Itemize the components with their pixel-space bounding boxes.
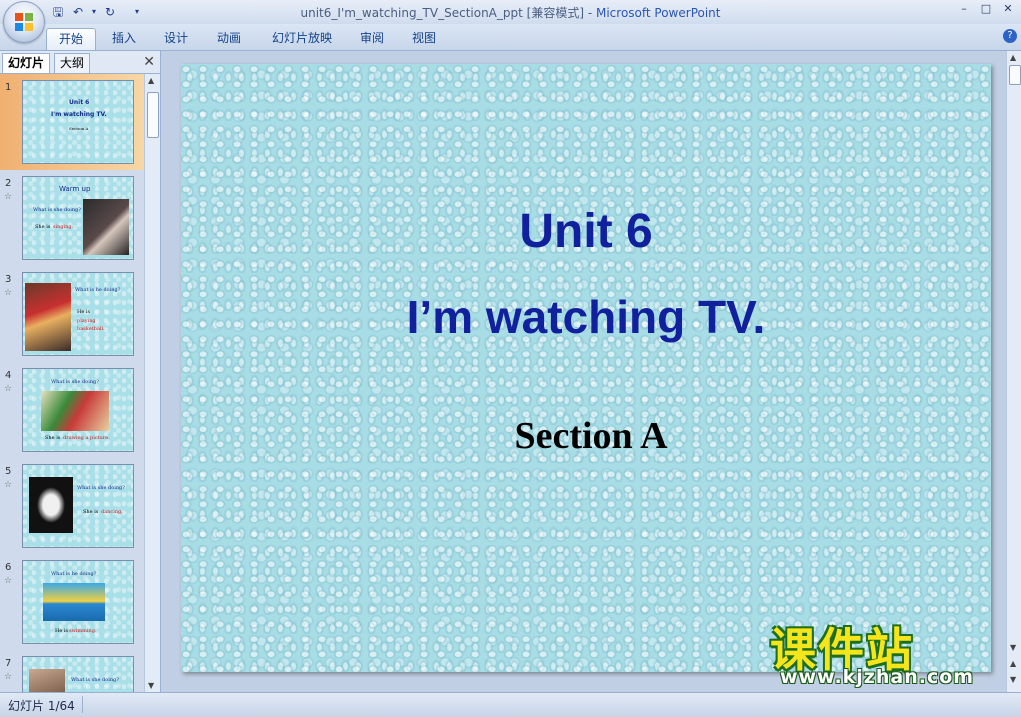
scroll-down-icon[interactable]: ▼ [148,681,154,690]
watermark-url: www.kjzhan.com [780,666,975,688]
ballet-photo [29,477,73,533]
animation-star-icon: ☆ [4,576,13,586]
next-slide-icon[interactable]: ▼ [1010,675,1016,684]
scroll-up-icon[interactable]: ▲ [1010,53,1016,62]
tab-design[interactable]: 设计 [156,28,196,49]
thumbnail-image: Unit 6 I'm watching TV. Section A [22,80,134,164]
slide-title[interactable]: Unit 6 [181,204,991,259]
title-bar: 🖫 ↶ ▾ ↻ ▾ unit6_I'm_watching_TV_SectionA… [0,0,1021,24]
tab-view[interactable]: 视图 [404,28,444,49]
minimize-icon[interactable]: – [957,2,971,16]
animation-star-icon: ☆ [4,288,13,298]
singer-photo [83,199,129,255]
tab-home[interactable]: 开始 [46,28,96,50]
slide-number: 1 [5,82,12,93]
slide-thumbnail-list: 1 Unit 6 I'm watching TV. Section A 2 ☆ … [0,74,144,692]
office-logo-icon [15,13,33,31]
thumb-text: singing. [53,224,74,230]
thumbnail-image: What is he doing? He is swimming. [22,560,134,644]
tab-animations[interactable]: 动画 [209,28,249,49]
thumb-text: swimming. [69,628,97,634]
drawing-photo [41,391,109,431]
thumbnail-image: What is she doing? She is dancing. [22,464,134,548]
panel-tabs: 幻灯片 大纲 ✕ [0,51,160,74]
maximize-icon[interactable]: □ [979,2,993,16]
slide-number: 3 [5,274,12,285]
thumbnail-image: What is she doing? [22,656,134,692]
thumbnail-image: What is he doing? He is playing basketba… [22,272,134,356]
document-title: unit6_I'm_watching_TV_SectionA_ppt [兼容模式… [300,6,585,20]
tab-insert[interactable]: 插入 [104,28,144,49]
help-icon[interactable]: ? [1003,29,1017,43]
thumb-text: What is he doing? [51,571,97,577]
tab-slideshow[interactable]: 幻灯片放映 [262,28,342,49]
scroll-up-icon[interactable]: ▲ [148,76,154,85]
swimming-photo [43,583,105,621]
application-name: Microsoft PowerPoint [595,6,721,20]
slide-thumbnail-5[interactable]: 5 ☆ What is she doing? She is dancing. [0,458,144,554]
thumb-text: She is [45,435,61,441]
slide-thumbnail-1[interactable]: 1 Unit 6 I'm watching TV. Section A [0,74,144,170]
slide-scrollbar[interactable]: ▲ ▼ ▲ ▼ [1006,51,1021,692]
slide-thumbnail-6[interactable]: 6 ☆ What is he doing? He is swimming. [0,554,144,650]
thumb-text: He is [55,628,69,634]
slide-thumbnail-3[interactable]: 3 ☆ What is he doing? He is playing bask… [0,266,144,362]
animation-star-icon: ☆ [4,672,13,682]
scroll-down-icon[interactable]: ▼ [1010,643,1016,652]
previous-slide-icon[interactable]: ▲ [1010,659,1016,668]
window-title: unit6_I'm_watching_TV_SectionA_ppt [兼容模式… [0,4,1021,21]
slide-thumbnail-2[interactable]: 2 ☆ Warm up What is she doing? She is si… [0,170,144,266]
slide-number: 2 [5,178,12,189]
slide-subtitle[interactable]: I’m watching TV. [181,290,991,344]
tab-slides[interactable]: 幻灯片 [2,53,51,73]
girl-photo [29,669,65,692]
watermark-logo: 课件站 www.kjzhan.com [770,614,1010,694]
thumb-text: Section A [69,126,89,131]
scroll-thumb[interactable] [1009,65,1021,85]
thumbnail-image: Warm up What is she doing? She is singin… [22,176,134,260]
thumb-text: drawing a picture. [63,435,110,441]
ribbon-tabs: 开始 插入 设计 动画 幻灯片放映 审阅 视图 ? [0,24,1021,51]
slide-thumbnail-7[interactable]: 7 ☆ What is she doing? [0,650,144,692]
basketball-photo [25,283,71,351]
panel-scrollbar[interactable]: ▲ ▼ [144,74,160,692]
slide-number: 5 [5,466,12,477]
thumb-text: I'm watching TV. [51,111,107,118]
thumb-text: What is she doing? [33,207,81,213]
thumb-text: What is he doing? [75,287,121,293]
close-panel-icon[interactable]: ✕ [143,54,155,70]
slide-editing-area: Unit 6 I’m watching TV. Section A [161,51,1006,692]
scroll-thumb[interactable] [147,92,159,138]
office-button[interactable] [3,1,45,43]
thumb-text: dancing. [101,509,123,515]
slide-number: 6 [5,562,12,573]
status-divider [82,696,83,713]
thumb-text: He is [77,309,91,315]
window-controls: – □ ✕ [957,2,1015,16]
thumbnail-image: What is she doing? She is drawing a pict… [22,368,134,452]
title-separator: - [584,6,596,20]
thumb-text: playing basketball. [77,318,105,332]
slides-panel: 幻灯片 大纲 ✕ 1 Unit 6 I'm watching TV. Secti… [0,51,161,692]
slide-thumbnail-4[interactable]: 4 ☆ What is she doing? She is drawing a … [0,362,144,458]
slide-number: 4 [5,370,12,381]
thumb-text: What is she doing? [71,677,119,683]
thumb-text: She is [35,224,51,230]
animation-star-icon: ☆ [4,192,13,202]
status-bar: 幻灯片 1/64 [0,692,1021,717]
animation-star-icon: ☆ [4,384,13,394]
tab-review[interactable]: 审阅 [352,28,392,49]
thumb-text: What is she doing? [77,485,125,491]
slide-section-text[interactable]: Section A [181,414,1001,458]
thumb-text: She is [83,509,99,515]
slide-counter: 幻灯片 1/64 [8,699,75,713]
thumb-text: What is she doing? [51,379,99,385]
tab-outline[interactable]: 大纲 [54,53,91,73]
slide-number: 7 [5,658,12,669]
thumb-text: Unit 6 [69,99,90,106]
thumb-text: Warm up [59,185,91,193]
close-icon[interactable]: ✕ [1001,2,1015,16]
animation-star-icon: ☆ [4,480,13,490]
current-slide[interactable]: Unit 6 I’m watching TV. Section A [181,64,991,672]
